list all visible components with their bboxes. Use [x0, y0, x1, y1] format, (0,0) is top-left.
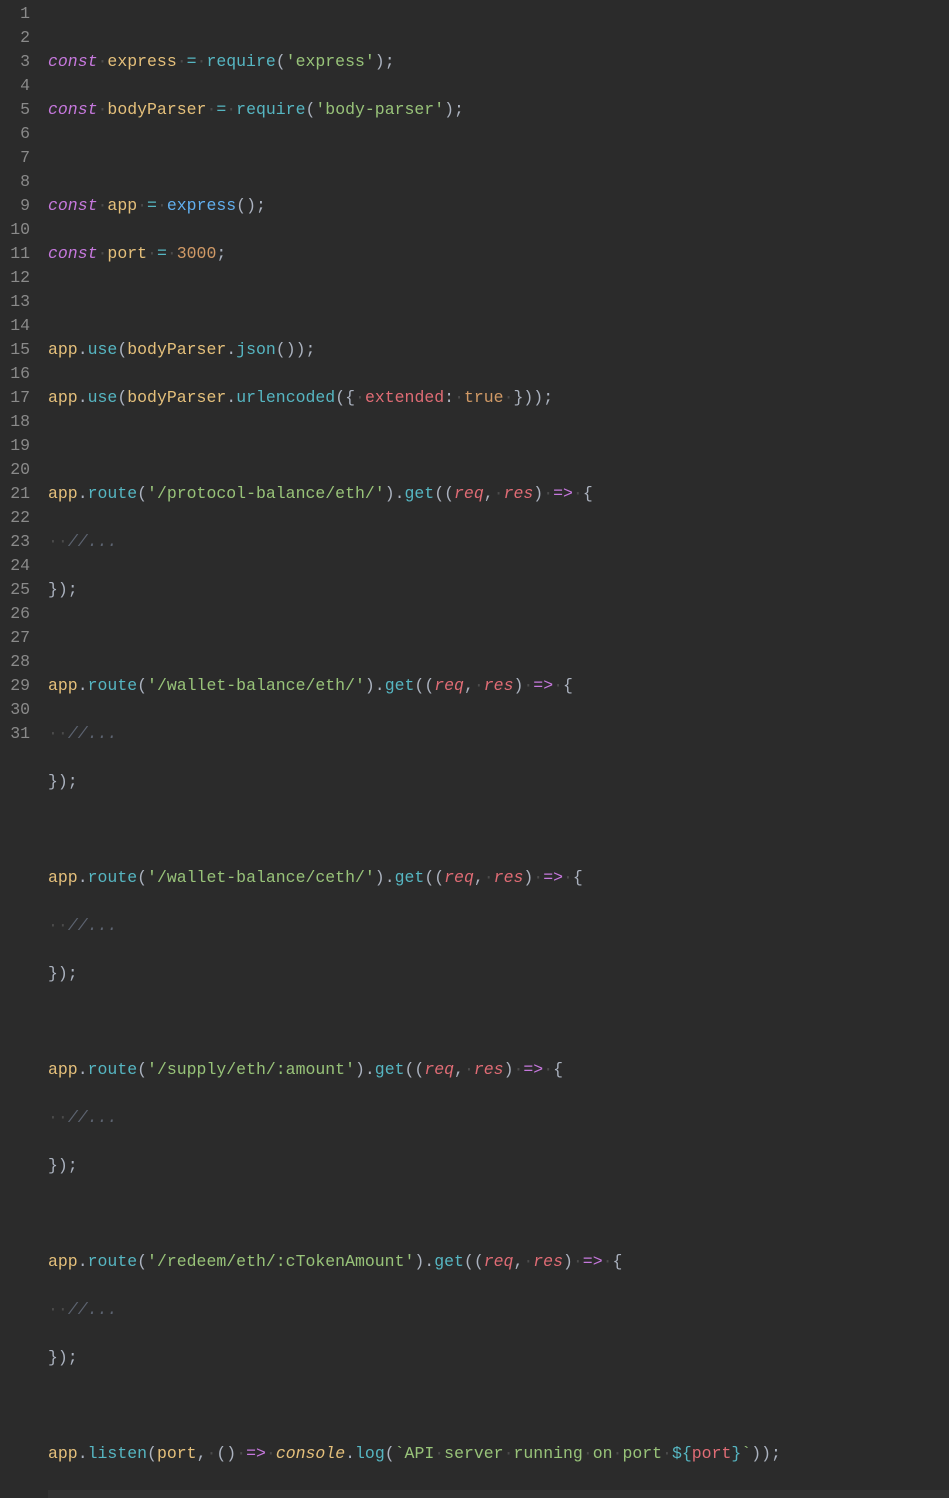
line-number: 31 — [8, 722, 30, 746]
code-line[interactable]: app.route('/supply/eth/:amount').get((re… — [48, 1058, 949, 1082]
code-line[interactable]: const·bodyParser·=·require('body-parser'… — [48, 98, 949, 122]
code-line[interactable]: const·port·=·3000; — [48, 242, 949, 266]
code-line[interactable]: app.use(bodyParser.urlencoded({·extended… — [48, 386, 949, 410]
line-number: 6 — [8, 122, 30, 146]
line-number: 30 — [8, 698, 30, 722]
code-line[interactable]: app.listen(port,·()·=>·console.log(`API·… — [48, 1442, 949, 1466]
line-number: 14 — [8, 314, 30, 338]
line-number: 8 — [8, 170, 30, 194]
code-line[interactable] — [48, 146, 949, 170]
line-number: 5 — [8, 98, 30, 122]
code-line[interactable] — [48, 1202, 949, 1226]
code-line[interactable]: }); — [48, 578, 949, 602]
line-number: 3 — [8, 50, 30, 74]
code-line[interactable] — [48, 818, 949, 842]
line-number: 16 — [8, 362, 30, 386]
line-number: 9 — [8, 194, 30, 218]
code-editor[interactable]: 1234567891011121314151617181920212223242… — [0, 0, 949, 749]
line-number: 29 — [8, 674, 30, 698]
line-number: 11 — [8, 242, 30, 266]
code-line[interactable]: }); — [48, 770, 949, 794]
line-number: 15 — [8, 338, 30, 362]
code-line[interactable]: ··//... — [48, 722, 949, 746]
code-line[interactable] — [48, 1394, 949, 1418]
code-line[interactable] — [48, 434, 949, 458]
line-number: 4 — [8, 74, 30, 98]
line-number: 18 — [8, 410, 30, 434]
line-number: 27 — [8, 626, 30, 650]
code-line[interactable]: const·express·=·require('express'); — [48, 50, 949, 74]
line-number: 25 — [8, 578, 30, 602]
code-line-current[interactable] — [48, 1490, 949, 1498]
code-line[interactable] — [48, 1010, 949, 1034]
line-number: 7 — [8, 146, 30, 170]
code-line[interactable]: ··//... — [48, 530, 949, 554]
code-line[interactable]: ··//... — [48, 914, 949, 938]
line-number-gutter: 1234567891011121314151617181920212223242… — [0, 0, 40, 749]
code-line[interactable]: }); — [48, 962, 949, 986]
code-line[interactable]: ··//... — [48, 1298, 949, 1322]
line-number: 22 — [8, 506, 30, 530]
line-number: 23 — [8, 530, 30, 554]
line-number: 28 — [8, 650, 30, 674]
code-line[interactable]: const·app·=·express(); — [48, 194, 949, 218]
line-number: 17 — [8, 386, 30, 410]
code-line[interactable]: app.use(bodyParser.json()); — [48, 338, 949, 362]
line-number: 26 — [8, 602, 30, 626]
code-line[interactable]: app.route('/redeem/eth/:cTokenAmount').g… — [48, 1250, 949, 1274]
code-line[interactable]: app.route('/wallet-balance/eth/').get((r… — [48, 674, 949, 698]
code-line[interactable]: app.route('/wallet-balance/ceth/').get((… — [48, 866, 949, 890]
code-line[interactable] — [48, 626, 949, 650]
line-number: 10 — [8, 218, 30, 242]
line-number: 24 — [8, 554, 30, 578]
line-number: 12 — [8, 266, 30, 290]
code-line[interactable]: ··//... — [48, 1106, 949, 1130]
code-line[interactable]: }); — [48, 1346, 949, 1370]
line-number: 20 — [8, 458, 30, 482]
line-number: 1 — [8, 2, 30, 26]
line-number: 13 — [8, 290, 30, 314]
code-line[interactable]: }); — [48, 1154, 949, 1178]
line-number: 19 — [8, 434, 30, 458]
code-line[interactable] — [48, 290, 949, 314]
line-number: 2 — [8, 26, 30, 50]
code-area[interactable]: const·express·=·require('express'); cons… — [40, 0, 949, 749]
line-number: 21 — [8, 482, 30, 506]
code-line[interactable]: app.route('/protocol-balance/eth/').get(… — [48, 482, 949, 506]
